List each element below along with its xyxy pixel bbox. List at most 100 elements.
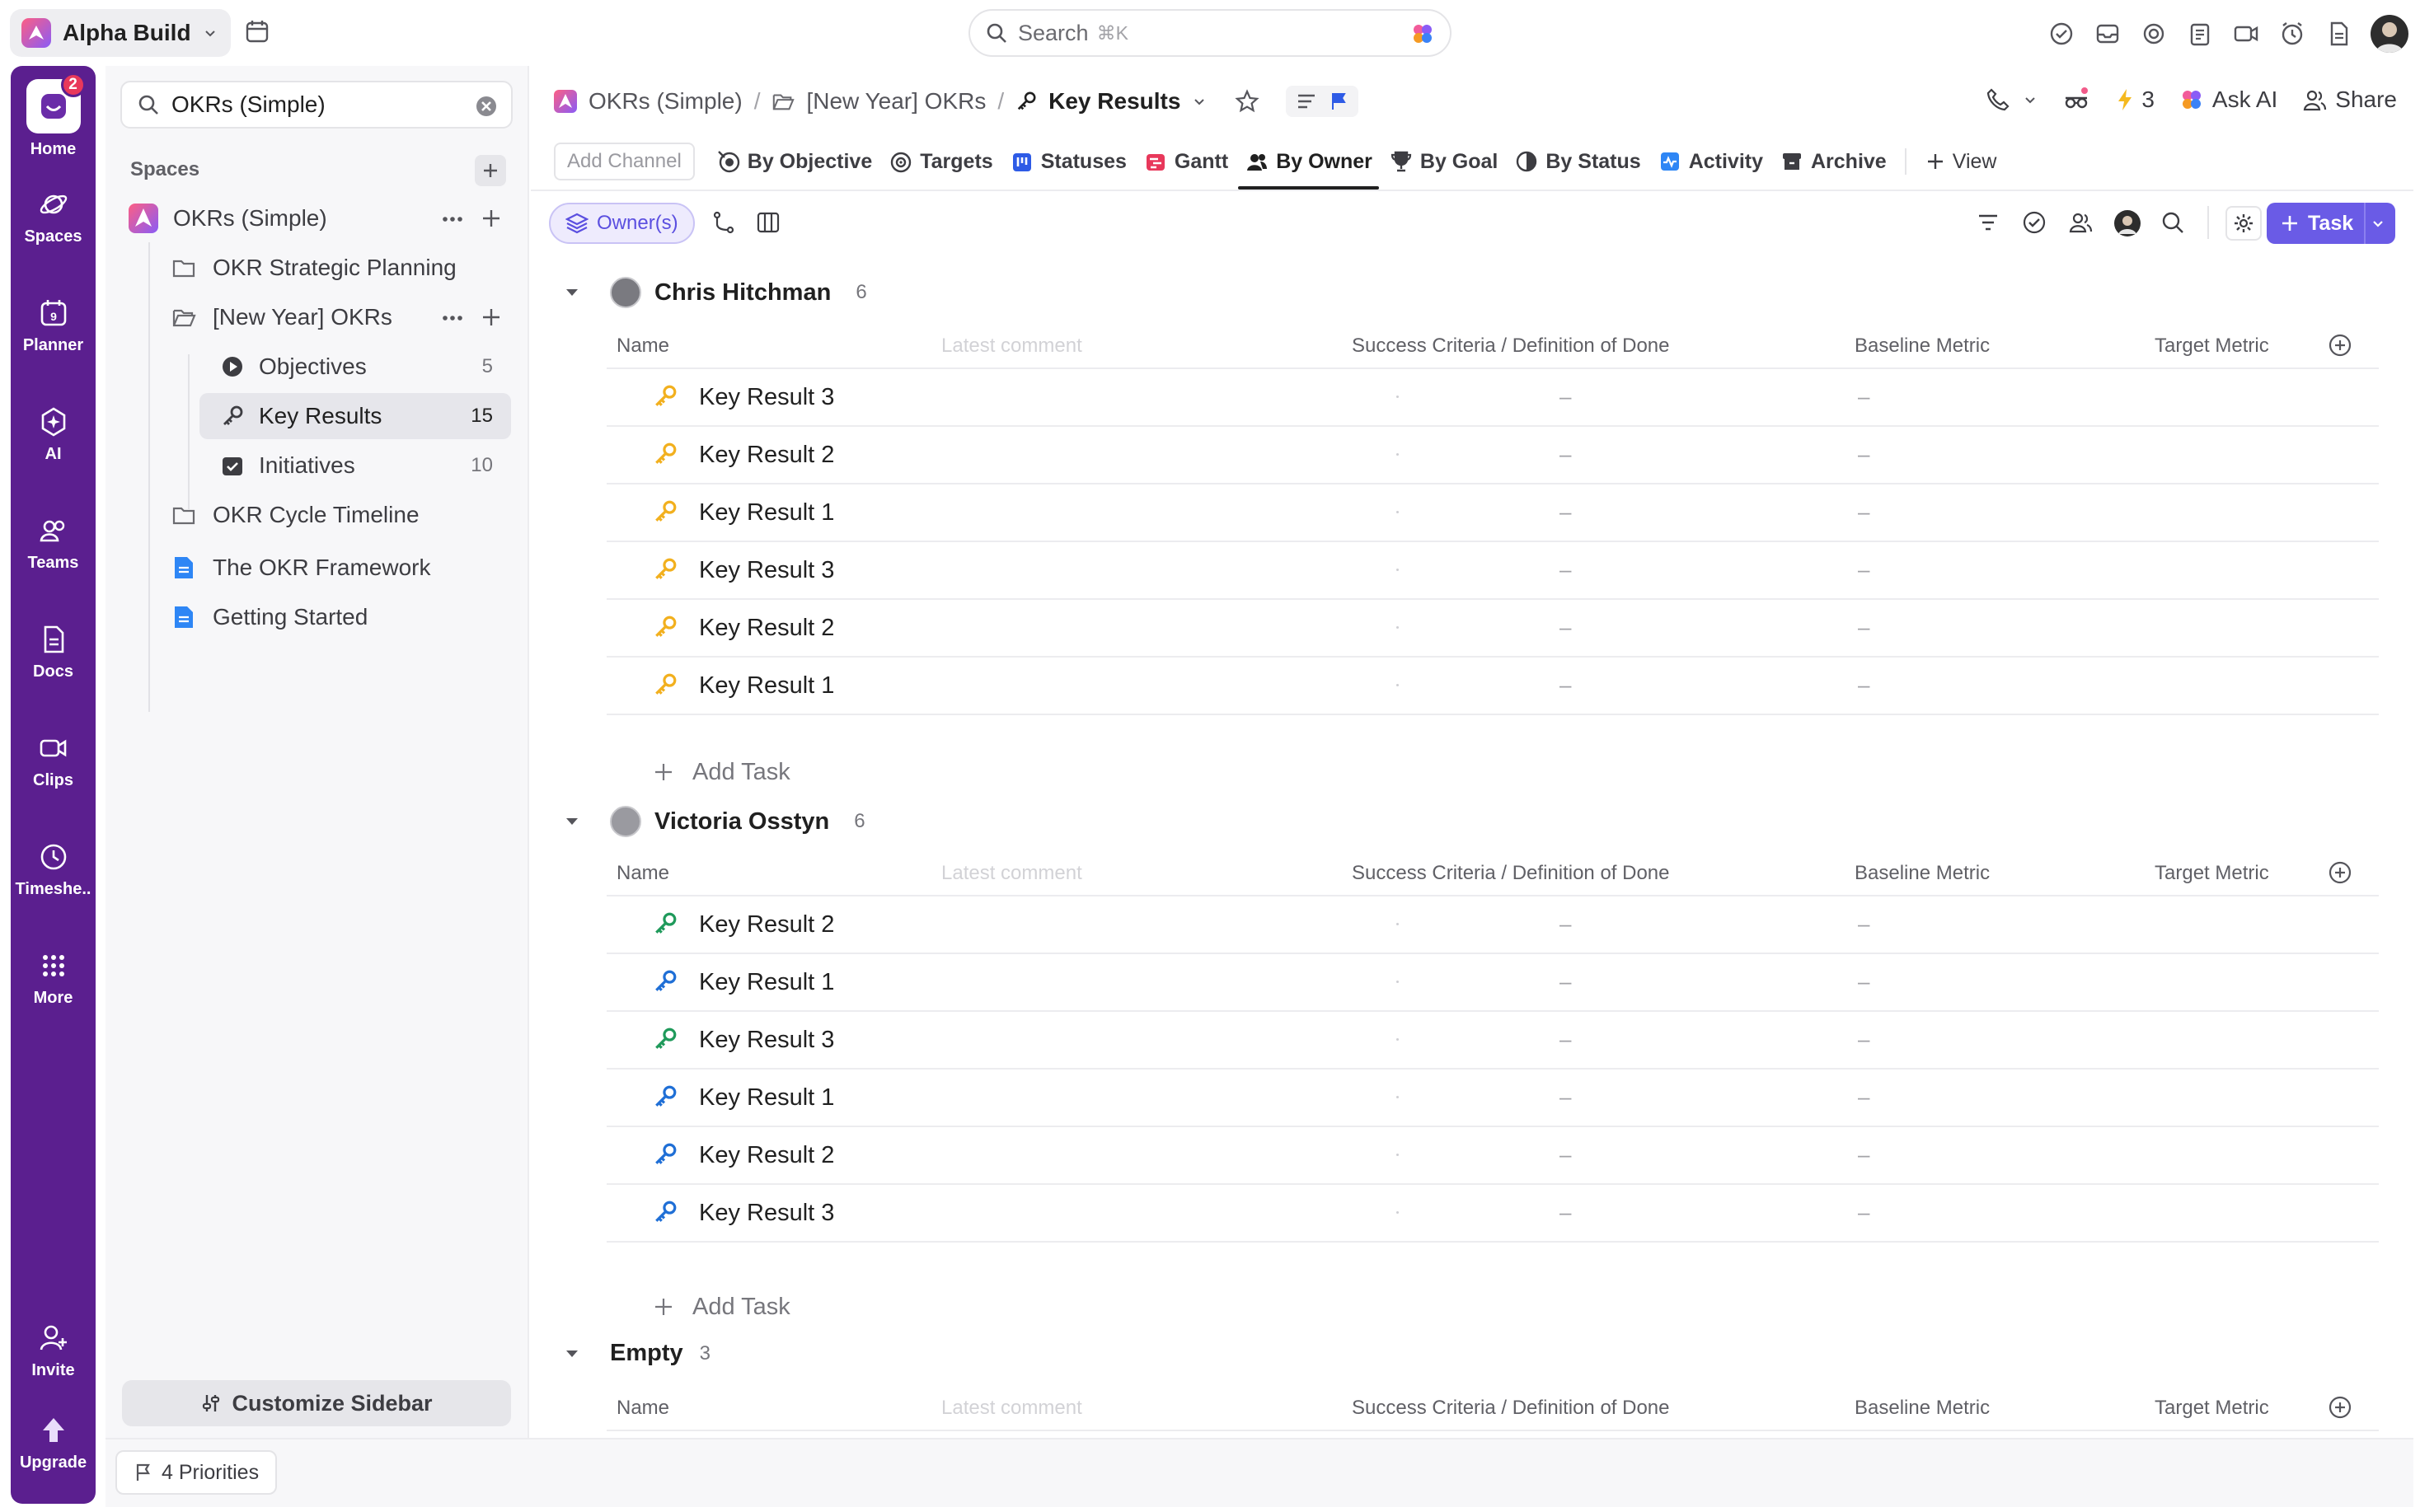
column-latest-comment[interactable]: Latest comment (941, 1397, 1082, 1420)
task-name[interactable]: Key Result 2 (699, 442, 834, 469)
rail-home[interactable]: 2 Home (11, 73, 96, 159)
sidebar-doc-okr-framework[interactable]: The OKR Framework (171, 545, 511, 591)
tab-activity[interactable]: Activity (1651, 133, 1770, 190)
check-circle-icon[interactable] (2047, 20, 2075, 48)
column-latest-comment[interactable]: Latest comment (941, 862, 1082, 885)
group-header-chris[interactable]: Chris Hitchman 6 (564, 277, 867, 308)
column-name[interactable]: Name (617, 335, 669, 358)
baseline-metric-value[interactable]: – (1559, 911, 1571, 937)
table-row[interactable]: Key Result 2 – – (607, 600, 2379, 658)
target-metric-value[interactable]: – (1858, 672, 1869, 698)
baseline-metric-value[interactable]: – (1559, 1027, 1571, 1052)
table-row[interactable]: Key Result 2 – – (607, 896, 2379, 954)
target-metric-value[interactable]: – (1858, 1200, 1869, 1225)
target-metric-value[interactable]: – (1858, 442, 1869, 467)
rail-clips[interactable]: Clips (11, 732, 96, 790)
task-name[interactable]: Key Result 1 (699, 1084, 834, 1112)
notepad-icon[interactable] (2186, 20, 2214, 48)
tab-by-status[interactable]: By Status (1508, 133, 1647, 190)
target-metric-value[interactable]: – (1858, 557, 1869, 583)
table-row[interactable]: Key Result 3 – – (607, 542, 2379, 600)
user-avatar[interactable] (2371, 15, 2408, 53)
column-name[interactable]: Name (617, 862, 669, 885)
table-row[interactable]: Key Result 1 – – (607, 954, 2379, 1012)
baseline-metric-value[interactable]: – (1559, 557, 1571, 583)
target-icon[interactable] (2140, 20, 2168, 48)
target-metric-value[interactable]: – (1858, 499, 1869, 525)
list-info-chips[interactable] (1286, 86, 1359, 117)
column-target-metric[interactable]: Target Metric (2155, 1397, 2269, 1420)
task-name[interactable]: Key Result 1 (699, 499, 834, 527)
sidebar-folder-strategic-planning[interactable]: OKR Strategic Planning (171, 245, 511, 291)
collapse-triangle-icon[interactable] (564, 1346, 580, 1362)
star-icon[interactable] (1235, 89, 1260, 114)
column-target-metric[interactable]: Target Metric (2155, 335, 2269, 358)
tab-by-goal[interactable]: By Goal (1382, 133, 1504, 190)
add-column-icon[interactable] (2328, 1395, 2352, 1420)
alarm-clock-icon[interactable] (2278, 20, 2306, 48)
search-icon[interactable] (2160, 209, 2186, 236)
column-latest-comment[interactable]: Latest comment (941, 335, 1082, 358)
target-metric-value[interactable]: – (1858, 911, 1869, 937)
sidebar-list-key-results[interactable]: Key Results 15 (199, 393, 511, 439)
task-name[interactable]: Key Result 3 (699, 1027, 834, 1054)
task-name[interactable]: Key Result 2 (699, 615, 834, 642)
baseline-metric-value[interactable]: – (1559, 672, 1571, 698)
ask-ai-button[interactable]: Ask AI (2179, 87, 2277, 113)
column-baseline-metric[interactable]: Baseline Metric (1855, 335, 1990, 358)
task-name[interactable]: Key Result 1 (699, 672, 834, 700)
share-button[interactable]: Share (2302, 87, 2397, 113)
baseline-metric-value[interactable]: – (1559, 384, 1571, 410)
table-row[interactable]: Key Result 2 – – (607, 1127, 2379, 1185)
tab-archive[interactable]: Archive (1773, 133, 1893, 190)
target-metric-value[interactable]: – (1858, 1142, 1869, 1168)
add-view-button[interactable]: View (1918, 133, 2004, 190)
collapse-triangle-icon[interactable] (564, 284, 580, 301)
automations-count[interactable]: 3 (2115, 87, 2155, 113)
add-task-button[interactable]: Task (2267, 203, 2395, 244)
add-task-row[interactable]: Add Task (653, 1278, 790, 1336)
add-column-icon[interactable] (2328, 860, 2352, 885)
table-row[interactable]: Key Result 1 – – (607, 1070, 2379, 1127)
baseline-metric-value[interactable]: – (1559, 969, 1571, 995)
add-column-icon[interactable] (2328, 333, 2352, 358)
table-row[interactable]: Key Result 1 – – (607, 484, 2379, 542)
breadcrumb-space[interactable]: OKRs (Simple) (589, 88, 743, 115)
column-success-criteria[interactable]: Success Criteria / Definition of Done (1352, 1397, 1670, 1420)
video-icon[interactable] (2232, 20, 2260, 48)
column-target-metric[interactable]: Target Metric (2155, 862, 2269, 885)
clear-search-icon[interactable] (475, 95, 498, 118)
breadcrumb-folder[interactable]: [New Year] OKRs (806, 88, 986, 115)
task-name[interactable]: Key Result 1 (699, 969, 834, 996)
table-row[interactable]: Key Result 3 – – (607, 1012, 2379, 1070)
document-icon[interactable] (2324, 20, 2352, 48)
target-metric-value[interactable]: – (1858, 384, 1869, 410)
table-row[interactable]: Key Result 3 – – (607, 369, 2379, 427)
baseline-metric-value[interactable]: – (1559, 1200, 1571, 1225)
global-search[interactable]: Search ⌘K (968, 9, 1452, 57)
task-name[interactable]: Key Result 2 (699, 1142, 834, 1169)
rail-planner[interactable]: 9 Planner (11, 297, 96, 355)
target-metric-value[interactable]: – (1858, 615, 1869, 640)
workspace-switcher[interactable]: Alpha Build (10, 9, 231, 57)
rail-timesheets[interactable]: Timeshe.. (11, 840, 96, 899)
sidebar-list-initiatives[interactable]: Initiatives 10 (213, 442, 511, 489)
task-name[interactable]: Key Result 3 (699, 557, 834, 584)
check-circle-icon[interactable] (2021, 209, 2047, 236)
chevron-down-icon[interactable] (2371, 216, 2385, 231)
column-name[interactable]: Name (617, 1397, 669, 1420)
rail-upgrade[interactable]: Upgrade (11, 1414, 96, 1472)
customize-sidebar-button[interactable]: Customize Sidebar (122, 1380, 511, 1426)
priorities-button[interactable]: 4 Priorities (115, 1450, 278, 1495)
settings-gear-icon[interactable] (2225, 206, 2262, 241)
rail-more[interactable]: More (11, 949, 96, 1008)
plus-icon[interactable] (480, 306, 503, 329)
sidebar-folder-cycle-timeline[interactable]: OKR Cycle Timeline (171, 492, 511, 538)
group-by-owner-pill[interactable]: Owner(s) (549, 203, 695, 244)
table-row[interactable]: Key Result 2 – – (607, 427, 2379, 484)
add-space-button[interactable] (475, 155, 506, 186)
column-success-criteria[interactable]: Success Criteria / Definition of Done (1352, 335, 1670, 358)
sidebar-folder-new-year-okrs[interactable]: [New Year] OKRs (171, 294, 511, 340)
tab-statuses[interactable]: Statuses (1003, 133, 1133, 190)
baseline-metric-value[interactable]: – (1559, 1142, 1571, 1168)
